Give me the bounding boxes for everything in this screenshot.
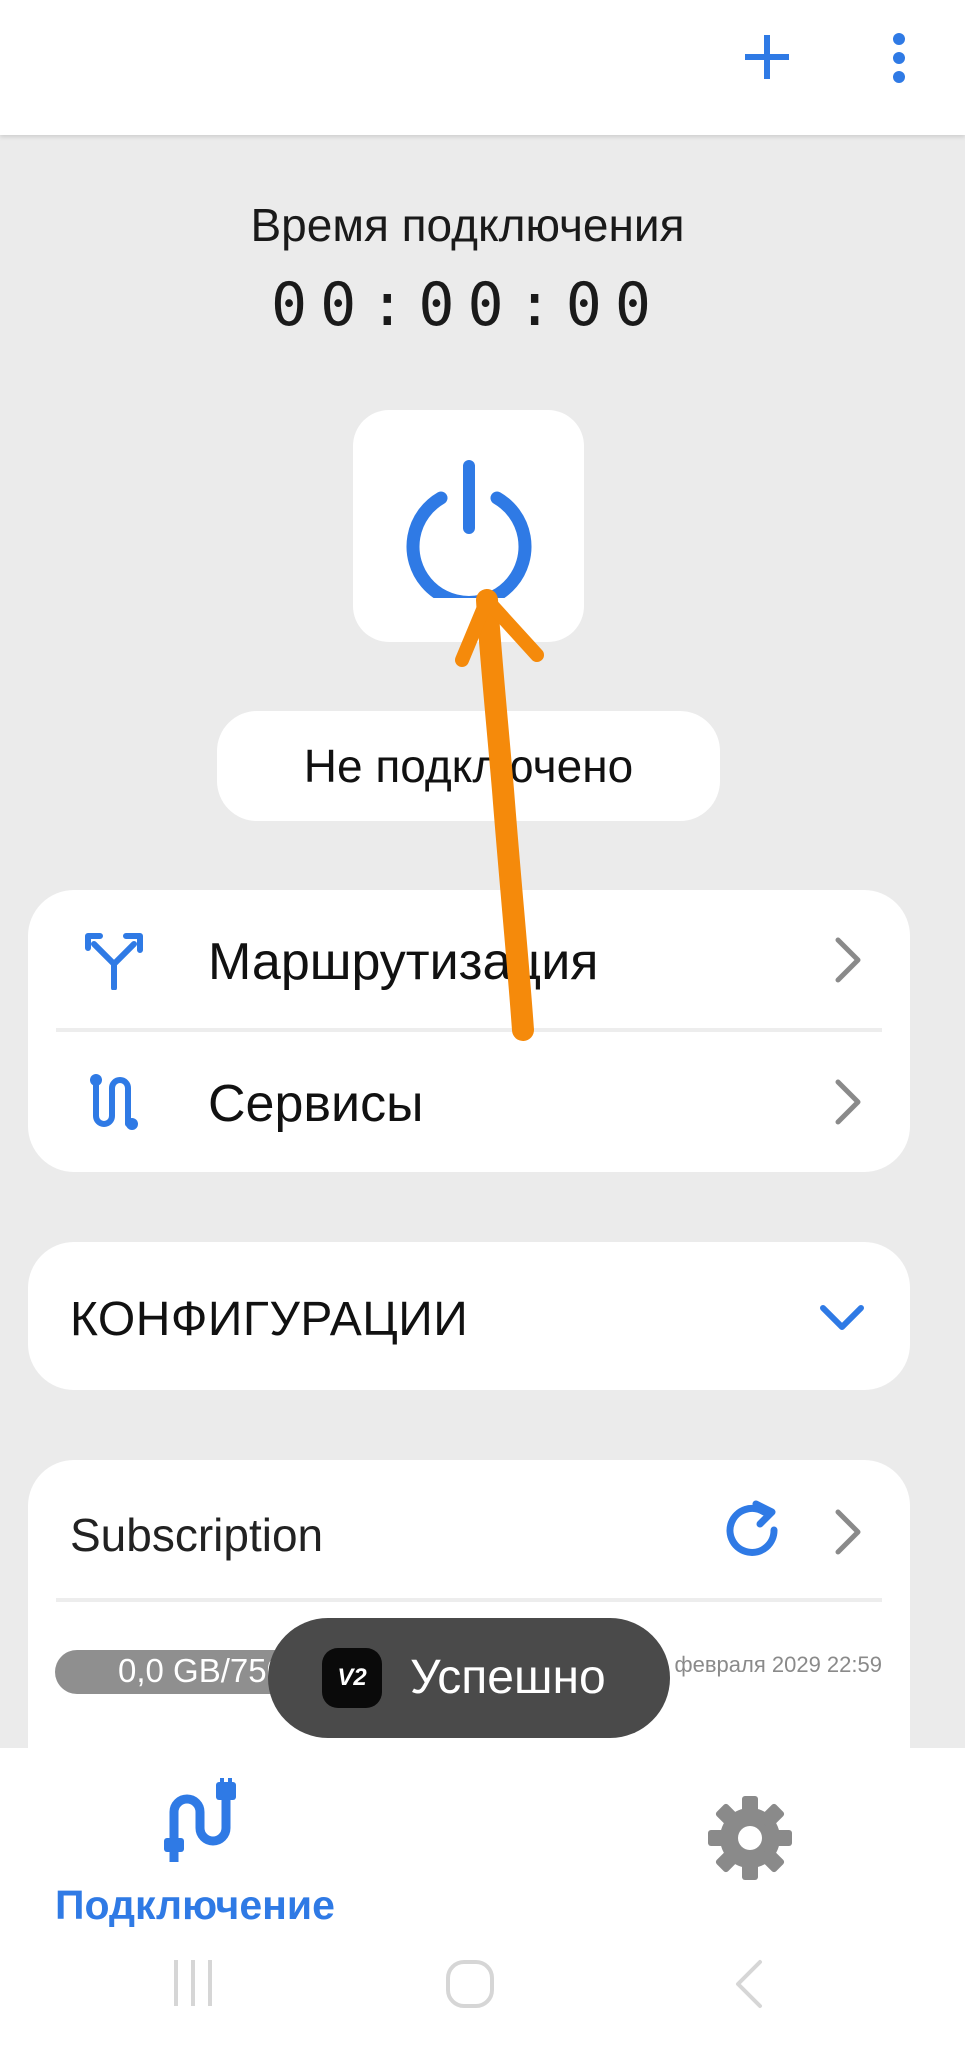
more-vertical-icon [893,33,905,83]
connection-status: Не подключено [217,711,720,821]
top-app-bar [0,0,965,135]
connection-icon [164,1778,236,1862]
power-button[interactable] [353,410,584,642]
power-icon [406,460,532,598]
divider [56,1598,882,1602]
gear-icon [708,1796,792,1880]
toast-message: Успешно [410,1651,606,1704]
connection-time-value: 00:00:00 [271,270,664,340]
tab-connection[interactable]: Подключение [40,1778,370,1928]
connection-time-title: Время подключения [250,199,685,251]
menu-card: Маршрутизация Сервисы [28,890,910,1172]
subscription-label[interactable]: Subscription [70,1508,323,1562]
services-label: Сервисы [208,1075,424,1133]
system-navigation-bar [0,1918,965,2048]
refresh-icon[interactable] [724,1500,784,1564]
home-icon[interactable] [444,1958,496,2010]
toast: V2 Успешно [268,1618,670,1738]
v2-badge: V2 [322,1648,382,1708]
chevron-down-icon[interactable] [815,1292,869,1342]
chevron-right-icon [835,937,861,983]
recents-icon[interactable] [170,1958,216,2008]
routing-icon [85,933,143,990]
routing-item[interactable]: Маршрутизация [28,890,910,1030]
configurations-section[interactable]: КОНФИГУРАЦИИ [28,1242,910,1390]
chevron-right-icon[interactable] [828,1506,868,1558]
routing-label: Маршрутизация [208,933,599,991]
plus-icon [745,35,789,79]
services-item[interactable]: Сервисы [28,1032,910,1172]
configurations-label: КОНФИГУРАЦИИ [70,1293,469,1346]
add-button[interactable] [740,30,794,84]
services-icon [90,1074,138,1130]
more-options-button[interactable] [874,30,924,86]
chevron-right-icon [835,1079,861,1125]
back-icon[interactable] [728,1958,768,2010]
tab-settings[interactable] [700,1788,800,1888]
